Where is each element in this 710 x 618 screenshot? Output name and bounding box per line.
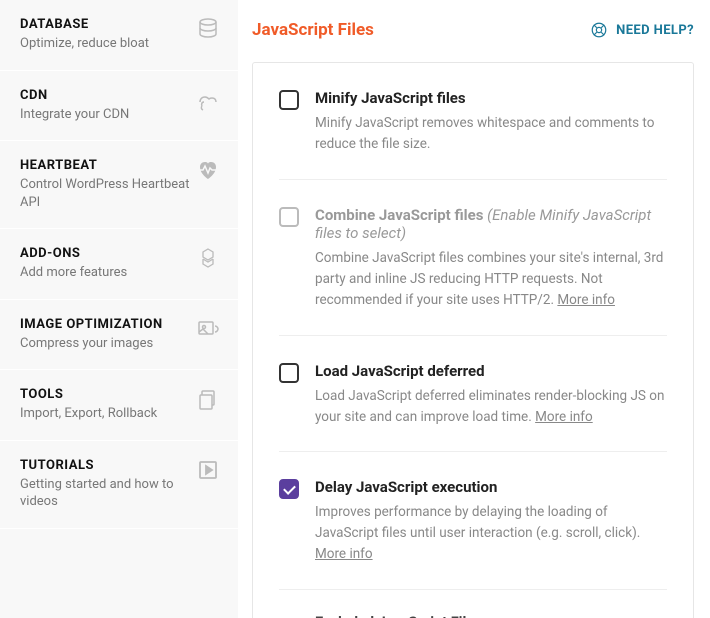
sidebar-item-title: ADD-ONS	[20, 246, 190, 261]
sidebar-item-sub: Compress your images	[20, 335, 190, 353]
sidebar-item-title: CDN	[20, 88, 190, 103]
option-desc: Load JavaScript deferred eliminates rend…	[315, 386, 667, 428]
excluded-js-section: Excluded JavaScript Files Specify URLs o…	[279, 590, 667, 618]
sidebar-item-addons[interactable]: ADD-ONS Add more features	[0, 229, 238, 300]
sidebar-item-title: DATABASE	[20, 17, 190, 32]
sidebar-item-title: HEARTBEAT	[20, 158, 190, 173]
option-title: Combine JavaScript files (Enable Minify …	[315, 206, 667, 242]
sidebar-item-tutorials[interactable]: TUTORIALS Getting started and how to vid…	[0, 441, 238, 529]
sidebar-item-title: IMAGE OPTIMIZATION	[20, 317, 190, 332]
main-content: JavaScript Files NEED HELP? Minify JavaS…	[238, 0, 710, 618]
option-title: Delay JavaScript execution	[315, 478, 667, 496]
subsection-title: Excluded JavaScript Files	[315, 614, 667, 618]
need-help-button[interactable]: NEED HELP?	[590, 21, 694, 39]
option-minify-js: Minify JavaScript files Minify JavaScrip…	[279, 63, 667, 180]
option-combine-js: Combine JavaScript files (Enable Minify …	[279, 180, 667, 336]
option-defer-js: Load JavaScript deferred Load JavaScript…	[279, 336, 667, 453]
tools-icon	[196, 387, 220, 411]
option-desc: Minify JavaScript removes whitespace and…	[315, 113, 667, 155]
option-title: Minify JavaScript files	[315, 89, 667, 107]
option-desc: Combine JavaScript files combines your s…	[315, 248, 667, 311]
cdn-icon	[196, 88, 220, 112]
options-panel: Minify JavaScript files Minify JavaScrip…	[252, 62, 694, 618]
sidebar-item-title: TUTORIALS	[20, 458, 190, 473]
sidebar-item-sub: Getting started and how to videos	[20, 476, 190, 511]
sidebar-item-title: TOOLS	[20, 387, 190, 402]
image-icon	[196, 317, 220, 341]
more-info-link[interactable]: More info	[535, 409, 593, 425]
option-title: Load JavaScript deferred	[315, 362, 667, 380]
sidebar-item-sub: Control WordPress Heartbeat API	[20, 176, 190, 211]
sidebar-item-sub: Add more features	[20, 264, 190, 282]
heartbeat-icon	[196, 158, 220, 182]
option-delay-js: Delay JavaScript execution Improves perf…	[279, 452, 667, 590]
help-icon	[590, 21, 608, 39]
sidebar-item-tools[interactable]: TOOLS Import, Export, Rollback	[0, 370, 238, 441]
addons-icon	[196, 246, 220, 270]
sidebar-item-database[interactable]: DATABASE Optimize, reduce bloat	[0, 0, 238, 71]
checkbox-defer-js[interactable]	[279, 363, 299, 383]
sidebar-item-heartbeat[interactable]: HEARTBEAT Control WordPress Heartbeat AP…	[0, 141, 238, 229]
sidebar-item-sub: Integrate your CDN	[20, 106, 190, 124]
need-help-label: NEED HELP?	[616, 23, 694, 38]
option-desc: Improves performance by delaying the loa…	[315, 502, 667, 565]
page-title: JavaScript Files	[252, 20, 374, 40]
more-info-link[interactable]: More info	[557, 292, 615, 308]
main-header: JavaScript Files NEED HELP?	[252, 20, 694, 40]
sidebar-item-sub: Optimize, reduce bloat	[20, 35, 190, 53]
checkbox-combine-js	[279, 207, 299, 227]
sidebar-item-image-optimization[interactable]: IMAGE OPTIMIZATION Compress your images	[0, 300, 238, 371]
play-icon	[196, 458, 220, 482]
database-icon	[196, 17, 220, 41]
more-info-link[interactable]: More info	[315, 546, 373, 562]
sidebar-item-sub: Import, Export, Rollback	[20, 405, 190, 423]
checkbox-delay-js[interactable]	[279, 479, 299, 499]
sidebar-item-cdn[interactable]: CDN Integrate your CDN	[0, 71, 238, 142]
checkbox-minify-js[interactable]	[279, 90, 299, 110]
sidebar: DATABASE Optimize, reduce bloat CDN Inte…	[0, 0, 238, 618]
